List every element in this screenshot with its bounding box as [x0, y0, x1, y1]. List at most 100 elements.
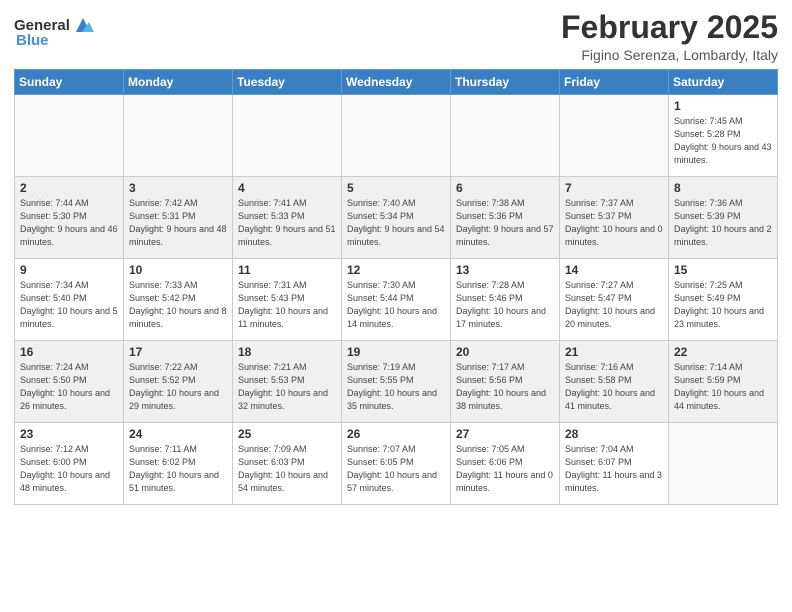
- page-container: General Blue February 2025 Figino Serenz…: [0, 0, 792, 513]
- table-row: 26 Sunrise: 7:07 AM Sunset: 6:05 PM Dayli…: [342, 423, 451, 505]
- col-sunday: Sunday: [15, 70, 124, 95]
- table-row: 27Sunrise: 7:05 AM Sunset: 6:06 PM Dayli…: [451, 423, 560, 505]
- table-row: 24Sunrise: 7:11 AM Sunset: 6:02 PM Dayli…: [124, 423, 233, 505]
- day-number: 20: [456, 345, 554, 359]
- day-number: 3: [129, 181, 227, 195]
- day-number: 11: [238, 263, 336, 277]
- table-row: 28 Sunrise: 7:04 AM Sunset: 6:07 PM Dayli…: [560, 423, 669, 505]
- calendar-week-row: 9Sunrise: 7:34 AM Sunset: 5:40 PM Daylig…: [15, 259, 778, 341]
- day-number: 28: [565, 427, 663, 441]
- table-row: [560, 95, 669, 177]
- day-number: 9: [20, 263, 118, 277]
- day-number: 5: [347, 181, 445, 195]
- day-number: 6: [456, 181, 554, 195]
- day-info: Sunrise: 7:41 AM Sunset: 5:33 PM Dayligh…: [238, 197, 336, 249]
- table-row: [233, 95, 342, 177]
- table-row: 18 Sunrise: 7:21 AM Sunset: 5:53 PM Dayli…: [233, 341, 342, 423]
- table-row: 6 Sunrise: 7:38 AM Sunset: 5:36 PM Daylig…: [451, 177, 560, 259]
- table-row: 19 Sunrise: 7:19 AM Sunset: 5:55 PM Dayli…: [342, 341, 451, 423]
- table-row: [451, 95, 560, 177]
- month-title: February 2025: [561, 10, 778, 45]
- day-number: 27: [456, 427, 554, 441]
- day-info: Sunrise: 7:38 AM Sunset: 5:36 PM Dayligh…: [456, 197, 554, 249]
- day-info: Sunrise: 7:40 AM Sunset: 5:34 PM Dayligh…: [347, 197, 445, 249]
- day-info: Sunrise: 7:25 AM Sunset: 5:49 PM Dayligh…: [674, 279, 772, 331]
- table-row: 11 Sunrise: 7:31 AM Sunset: 5:43 PM Dayli…: [233, 259, 342, 341]
- day-info: Sunrise: 7:24 AM Sunset: 5:50 PM Dayligh…: [20, 361, 118, 413]
- logo-blue: Blue: [16, 32, 49, 49]
- table-row: [669, 423, 778, 505]
- col-wednesday: Wednesday: [342, 70, 451, 95]
- day-info: Sunrise: 7:33 AM Sunset: 5:42 PM Dayligh…: [129, 279, 227, 331]
- table-row: [15, 95, 124, 177]
- day-info: Sunrise: 7:27 AM Sunset: 5:47 PM Dayligh…: [565, 279, 663, 331]
- col-friday: Friday: [560, 70, 669, 95]
- day-number: 1: [674, 99, 772, 113]
- table-row: 3 Sunrise: 7:42 AM Sunset: 5:31 PM Daylig…: [124, 177, 233, 259]
- col-thursday: Thursday: [451, 70, 560, 95]
- table-row: 9Sunrise: 7:34 AM Sunset: 5:40 PM Daylig…: [15, 259, 124, 341]
- day-number: 13: [456, 263, 554, 277]
- calendar-header-row: Sunday Monday Tuesday Wednesday Thursday…: [15, 70, 778, 95]
- day-number: 16: [20, 345, 118, 359]
- title-block: February 2025 Figino Serenza, Lombardy, …: [561, 10, 778, 63]
- day-number: 19: [347, 345, 445, 359]
- table-row: 12 Sunrise: 7:30 AM Sunset: 5:44 PM Dayli…: [342, 259, 451, 341]
- calendar-week-row: 23 Sunrise: 7:12 AM Sunset: 6:00 PM Dayli…: [15, 423, 778, 505]
- day-info: Sunrise: 7:28 AM Sunset: 5:46 PM Dayligh…: [456, 279, 554, 331]
- day-number: 8: [674, 181, 772, 195]
- day-info: Sunrise: 7:37 AM Sunset: 5:37 PM Dayligh…: [565, 197, 663, 249]
- location: Figino Serenza, Lombardy, Italy: [561, 47, 778, 63]
- day-number: 21: [565, 345, 663, 359]
- day-info: Sunrise: 7:21 AM Sunset: 5:53 PM Dayligh…: [238, 361, 336, 413]
- logo-general: General: [14, 17, 70, 34]
- day-info: Sunrise: 7:30 AM Sunset: 5:44 PM Dayligh…: [347, 279, 445, 331]
- day-number: 7: [565, 181, 663, 195]
- table-row: 16 Sunrise: 7:24 AM Sunset: 5:50 PM Dayli…: [15, 341, 124, 423]
- calendar-week-row: 2Sunrise: 7:44 AM Sunset: 5:30 PM Daylig…: [15, 177, 778, 259]
- table-row: 17 Sunrise: 7:22 AM Sunset: 5:52 PM Dayli…: [124, 341, 233, 423]
- table-row: 23 Sunrise: 7:12 AM Sunset: 6:00 PM Dayli…: [15, 423, 124, 505]
- table-row: [124, 95, 233, 177]
- col-saturday: Saturday: [669, 70, 778, 95]
- day-info: Sunrise: 7:22 AM Sunset: 5:52 PM Dayligh…: [129, 361, 227, 413]
- day-info: Sunrise: 7:14 AM Sunset: 5:59 PM Dayligh…: [674, 361, 772, 413]
- table-row: 13 Sunrise: 7:28 AM Sunset: 5:46 PM Dayli…: [451, 259, 560, 341]
- day-info: Sunrise: 7:12 AM Sunset: 6:00 PM Dayligh…: [20, 443, 118, 495]
- header: General Blue February 2025 Figino Serenz…: [14, 10, 778, 63]
- day-number: 12: [347, 263, 445, 277]
- table-row: 22 Sunrise: 7:14 AM Sunset: 5:59 PM Dayli…: [669, 341, 778, 423]
- table-row: 5 Sunrise: 7:40 AM Sunset: 5:34 PM Daylig…: [342, 177, 451, 259]
- table-row: 4 Sunrise: 7:41 AM Sunset: 5:33 PM Daylig…: [233, 177, 342, 259]
- day-number: 4: [238, 181, 336, 195]
- table-row: 15 Sunrise: 7:25 AM Sunset: 5:49 PM Dayli…: [669, 259, 778, 341]
- day-number: 26: [347, 427, 445, 441]
- day-number: 18: [238, 345, 336, 359]
- col-monday: Monday: [124, 70, 233, 95]
- day-number: 23: [20, 427, 118, 441]
- calendar-week-row: 1Sunrise: 7:45 AM Sunset: 5:28 PM Daylig…: [15, 95, 778, 177]
- day-number: 10: [129, 263, 227, 277]
- day-info: Sunrise: 7:11 AM Sunset: 6:02 PM Dayligh…: [129, 443, 227, 495]
- day-info: Sunrise: 7:42 AM Sunset: 5:31 PM Dayligh…: [129, 197, 227, 249]
- day-info: Sunrise: 7:31 AM Sunset: 5:43 PM Dayligh…: [238, 279, 336, 331]
- day-info: Sunrise: 7:17 AM Sunset: 5:56 PM Dayligh…: [456, 361, 554, 413]
- table-row: [342, 95, 451, 177]
- logo: General Blue: [14, 14, 94, 49]
- table-row: 25Sunrise: 7:09 AM Sunset: 6:03 PM Dayli…: [233, 423, 342, 505]
- day-number: 2: [20, 181, 118, 195]
- logo-icon: [72, 14, 94, 36]
- day-number: 22: [674, 345, 772, 359]
- day-number: 15: [674, 263, 772, 277]
- table-row: 8Sunrise: 7:36 AM Sunset: 5:39 PM Daylig…: [669, 177, 778, 259]
- day-number: 17: [129, 345, 227, 359]
- day-info: Sunrise: 7:07 AM Sunset: 6:05 PM Dayligh…: [347, 443, 445, 495]
- table-row: 10 Sunrise: 7:33 AM Sunset: 5:42 PM Dayli…: [124, 259, 233, 341]
- table-row: 21Sunrise: 7:16 AM Sunset: 5:58 PM Dayli…: [560, 341, 669, 423]
- day-number: 25: [238, 427, 336, 441]
- day-info: Sunrise: 7:19 AM Sunset: 5:55 PM Dayligh…: [347, 361, 445, 413]
- table-row: 7 Sunrise: 7:37 AM Sunset: 5:37 PM Daylig…: [560, 177, 669, 259]
- day-info: Sunrise: 7:04 AM Sunset: 6:07 PM Dayligh…: [565, 443, 663, 495]
- table-row: 20 Sunrise: 7:17 AM Sunset: 5:56 PM Dayli…: [451, 341, 560, 423]
- table-row: 2Sunrise: 7:44 AM Sunset: 5:30 PM Daylig…: [15, 177, 124, 259]
